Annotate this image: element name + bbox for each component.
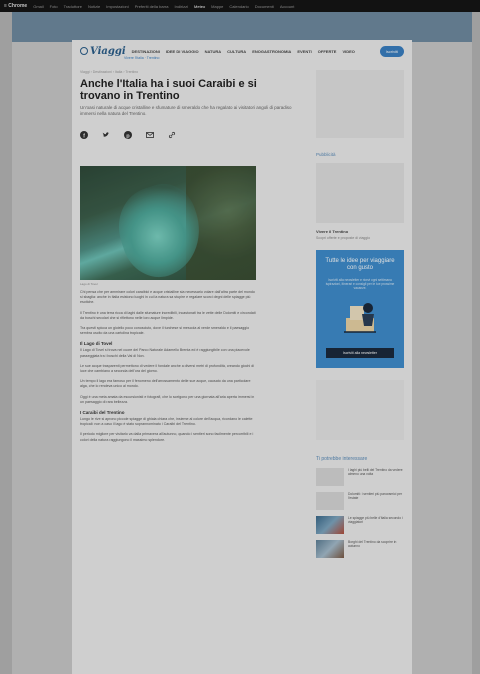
paragraph: Oggi è una meta amata da escursionisti e…	[80, 394, 255, 404]
related-title: Borghi del Trentino da scoprire in autun…	[348, 540, 397, 549]
nav-item-natura[interactable]: Natura	[205, 49, 222, 54]
related-title: Dolomiti: i sentieri più panoramici per …	[348, 492, 403, 501]
nav-item-eventi[interactable]: Eventi	[297, 49, 311, 54]
related-thumbnail	[316, 540, 344, 558]
bookmark-link[interactable]: Meteo	[194, 4, 205, 9]
paragraph: Le sue acque trasparenti permettono di v…	[80, 363, 255, 374]
nav-item-video[interactable]: Video	[342, 49, 354, 54]
related-item[interactable]: Le spiagge più belle d'Italia secondo i …	[316, 516, 406, 534]
site-logo[interactable]: Viaggi	[80, 46, 126, 57]
website-viewport: Viaggi Destinazioni Idee di viaggio Natu…	[12, 12, 472, 674]
bookmark-link[interactable]: Foto	[50, 4, 58, 9]
logo-icon	[80, 47, 88, 55]
bookmark-link[interactable]: Calendario	[229, 4, 248, 9]
article: Viaggi › Destinazioni › Italia › Trentin…	[80, 70, 296, 442]
nav-item-offerte[interactable]: Offerte	[318, 49, 337, 54]
ad-label: Pubblicità	[316, 152, 336, 157]
ad-slot[interactable]	[316, 380, 404, 440]
newsletter-box: Tutte le idee per viaggiare con gusto Is…	[316, 250, 404, 368]
link-icon[interactable]	[168, 131, 176, 139]
nav-item-cultura[interactable]: Cultura	[227, 49, 246, 54]
related-thumbnail	[316, 492, 344, 510]
related-title: I laghi più belli del Trentino da vedere…	[348, 468, 403, 477]
bookmark-link[interactable]: Preferiti della barra	[135, 4, 169, 9]
nav-item-enogastronomia[interactable]: Enogastronomia	[252, 49, 291, 54]
subscribe-button[interactable]: Iscriviti	[379, 45, 404, 57]
ad-title[interactable]: Vivere il Trentino	[316, 229, 406, 234]
related-thumbnail	[316, 468, 344, 486]
related-item[interactable]: Borghi del Trentino da scoprire in autun…	[316, 540, 406, 558]
site-logo-text: Viaggi	[90, 45, 126, 57]
mail-icon[interactable]	[146, 131, 154, 139]
newsletter-button[interactable]: Iscriviti alla newsletter	[326, 348, 394, 358]
ad-image[interactable]	[316, 163, 404, 223]
main-nav: Viaggi Destinazioni Idee di viaggio Natu…	[72, 40, 412, 62]
header-background	[12, 12, 472, 42]
pinterest-icon[interactable]: p	[124, 131, 132, 139]
paragraph: Un tempo il lago era famoso per il fenom…	[80, 379, 251, 389]
bookmark-link[interactable]: Mappe	[211, 4, 223, 9]
related-title: Le spiagge più belle d'Italia secondo i …	[348, 516, 403, 525]
paragraph: Tra questi spicca un gioiello poco conos…	[80, 326, 250, 336]
article-body: Chi pensa che per ammirare colori caraib…	[80, 290, 256, 448]
paragraph: Il Lago di Tovel si trova nel cuore del …	[80, 348, 250, 358]
related-item[interactable]: I laghi più belli del Trentino da vedere…	[316, 468, 406, 486]
newsletter-title: Tutte le idee per viaggiare con gusto	[325, 258, 395, 271]
sub-navigation[interactable]: Vivere l'Italia · Trentino	[124, 56, 159, 60]
share-bar: f p	[80, 131, 296, 139]
bookmark-link[interactable]: Traduttore	[64, 4, 82, 9]
sidebar: Pubblicità Vivere il Trentino Scopri off…	[316, 70, 406, 558]
article-subtitle: Un'oasi naturale di acque cristalline e …	[80, 105, 292, 116]
nav-item-idee[interactable]: Idee di viaggio	[166, 49, 199, 54]
newsletter-illustration-icon	[344, 303, 376, 333]
image-caption: Lago di Tovel	[80, 282, 98, 286]
related-heading: Ti potrebbe interessare	[316, 456, 368, 462]
svg-text:p: p	[126, 133, 130, 139]
bookmark-link[interactable]: Notizie	[88, 4, 100, 9]
related-item[interactable]: Dolomiti: i sentieri più panoramici per …	[316, 492, 406, 510]
twitter-icon[interactable]	[102, 131, 110, 139]
article-title: Anche l'Italia ha i suoi Caraibi e si tr…	[80, 78, 257, 102]
ad-slot[interactable]	[316, 70, 404, 138]
bookmark-link[interactable]: Indirizzi	[174, 4, 188, 9]
browser-bookmarks-bar: ≡ Chrome Gmail Foto Traduttore Notizie I…	[0, 0, 480, 12]
article-hero-image	[80, 166, 256, 280]
bookmark-link[interactable]: Gmail	[33, 4, 43, 9]
facebook-icon[interactable]: f	[80, 131, 88, 139]
paragraph: Il periodo migliore per visitarlo va dal…	[80, 432, 254, 442]
ad-subtitle: Scopri offerte e proposte di viaggio	[316, 236, 371, 240]
browser-logo[interactable]: ≡ Chrome	[4, 3, 27, 9]
section-heading: Il Lago di Tovel	[80, 341, 113, 347]
related-thumbnail	[316, 516, 344, 534]
paragraph: Chi pensa che per ammirare colori caraib…	[80, 290, 255, 305]
newsletter-text: Iscriviti alla newsletter e ricevi ogni …	[325, 278, 395, 291]
paragraph: Lungo le rive si aprono piccole spiagge …	[80, 417, 253, 427]
paragraph: Il Trentino è una terra ricca di laghi d…	[80, 310, 256, 320]
nav-item-destinazioni[interactable]: Destinazioni	[132, 49, 160, 54]
svg-text:f: f	[83, 133, 85, 139]
bookmark-link[interactable]: Account	[280, 4, 294, 9]
section-heading: I Caraibi del Trentino	[80, 410, 125, 416]
bookmark-link[interactable]: Documenti	[255, 4, 274, 9]
page-content: Viaggi Destinazioni Idee di viaggio Natu…	[72, 40, 412, 674]
bookmark-link[interactable]: Impostazioni	[106, 4, 128, 9]
breadcrumb[interactable]: Viaggi › Destinazioni › Italia › Trentin…	[80, 70, 296, 74]
